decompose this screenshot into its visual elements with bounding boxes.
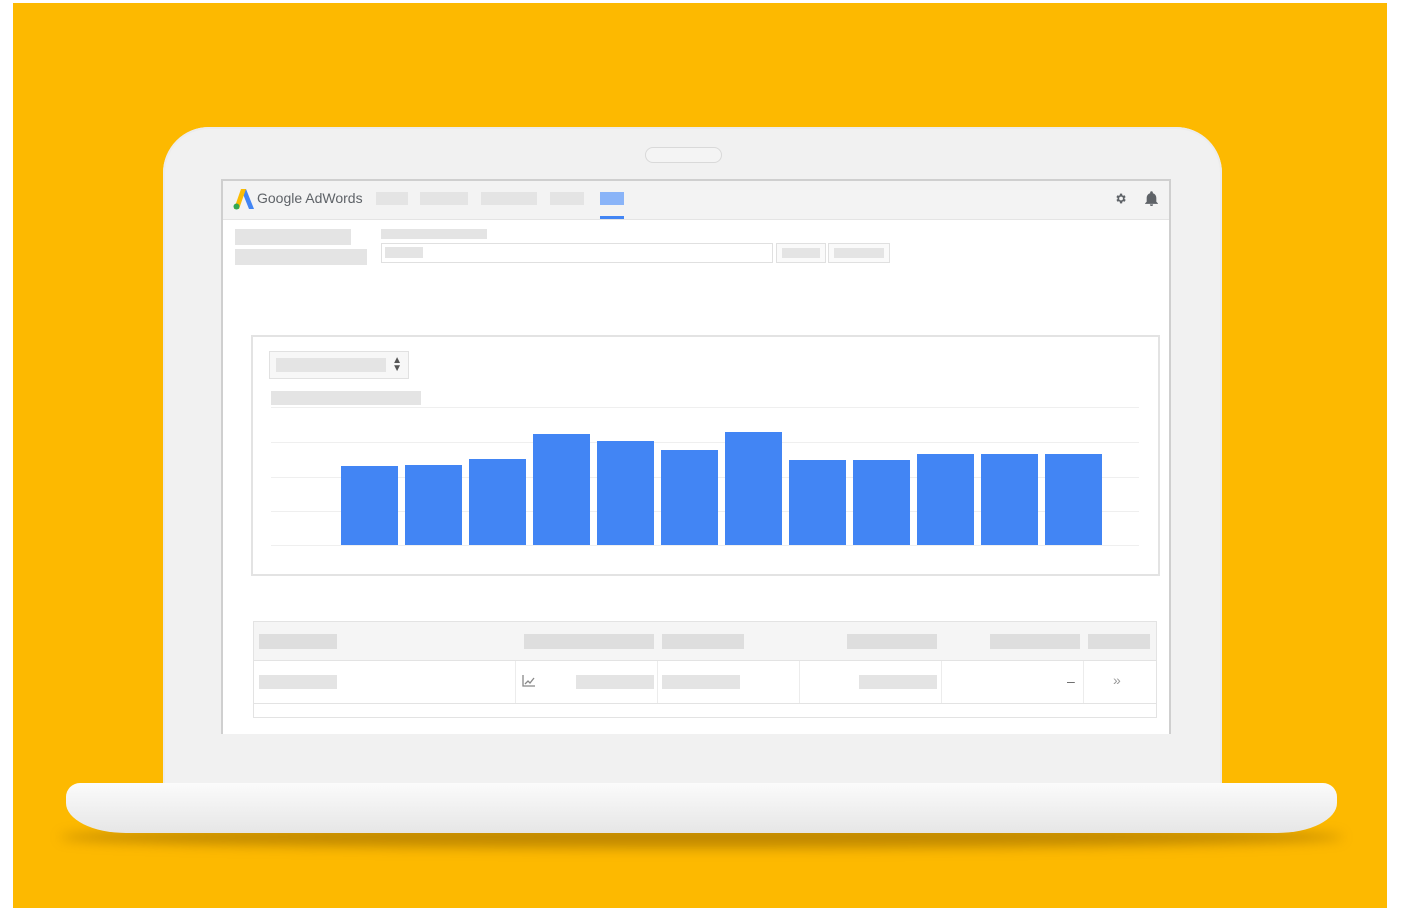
row-cell-3 <box>662 675 740 689</box>
chart-trend-icon[interactable] <box>522 675 536 687</box>
chart-bar[interactable] <box>853 460 910 545</box>
metric-select-placeholder <box>276 358 386 372</box>
laptop-camera <box>645 147 722 163</box>
apply-button[interactable] <box>776 243 826 263</box>
column-divider <box>657 661 658 703</box>
filter-button[interactable] <box>828 243 890 263</box>
chart-title-placeholder <box>271 391 421 405</box>
performance-chart-card: ▲ ▼ <box>251 335 1160 576</box>
nav-item-4[interactable] <box>550 192 584 205</box>
search-label-placeholder <box>381 229 487 239</box>
bar-chart-plot <box>271 407 1139 549</box>
column-divider <box>799 661 800 703</box>
chart-bar[interactable] <box>725 432 782 545</box>
page-title-placeholder <box>235 229 351 245</box>
chart-bar[interactable] <box>533 434 590 545</box>
chart-bar[interactable] <box>405 465 462 545</box>
column-header-6[interactable] <box>1088 634 1150 649</box>
chart-bar[interactable] <box>341 466 398 545</box>
row-cell-2 <box>576 675 654 689</box>
table-row[interactable]: – » <box>254 661 1156 704</box>
laptop-base <box>66 783 1337 833</box>
column-header-2[interactable] <box>524 634 654 649</box>
column-header-4[interactable] <box>847 634 937 649</box>
column-divider <box>515 661 516 703</box>
row-cell-4 <box>859 675 937 689</box>
chart-bar[interactable] <box>789 460 846 545</box>
column-divider <box>1083 661 1084 703</box>
gridline <box>271 442 1139 443</box>
nav-item-1[interactable] <box>376 192 408 205</box>
gridline <box>271 407 1139 408</box>
chart-bar[interactable] <box>917 454 974 545</box>
gear-icon[interactable] <box>1114 192 1127 205</box>
filter-button-label-placeholder <box>834 248 884 258</box>
column-header-1[interactable] <box>259 634 337 649</box>
adwords-logo-icon <box>233 189 254 210</box>
column-header-5[interactable] <box>990 634 1080 649</box>
chart-bar[interactable] <box>597 441 654 545</box>
search-input-placeholder <box>385 247 423 258</box>
nav-item-3[interactable] <box>481 192 537 205</box>
nav-item-2[interactable] <box>420 192 468 205</box>
chart-bar[interactable] <box>1045 454 1102 545</box>
expand-row-button[interactable]: » <box>1113 672 1121 688</box>
apply-button-label-placeholder <box>782 248 820 258</box>
campaign-table: – » <box>253 621 1157 718</box>
chart-bar[interactable] <box>661 450 718 545</box>
gridline <box>271 545 1139 546</box>
column-divider <box>941 661 942 703</box>
app-screen: Google AdWords ▲ ▼ – » <box>221 179 1171 734</box>
search-input[interactable] <box>381 243 773 263</box>
row-dash-value: – <box>1067 673 1075 689</box>
chart-bar[interactable] <box>981 454 1038 545</box>
table-header <box>254 622 1156 661</box>
nav-item-active[interactable] <box>600 192 624 205</box>
column-header-3[interactable] <box>662 634 744 649</box>
page-subtitle-placeholder <box>235 249 367 265</box>
brand-name: Google AdWords <box>257 190 363 206</box>
sort-arrows-icon: ▲ ▼ <box>392 355 402 374</box>
nav-active-indicator <box>600 216 624 219</box>
metric-select[interactable]: ▲ ▼ <box>269 351 409 379</box>
row-cell-1 <box>259 675 337 689</box>
top-navigation-bar: Google AdWords <box>223 181 1169 220</box>
chart-bar[interactable] <box>469 459 526 545</box>
bell-icon[interactable] <box>1145 191 1158 206</box>
